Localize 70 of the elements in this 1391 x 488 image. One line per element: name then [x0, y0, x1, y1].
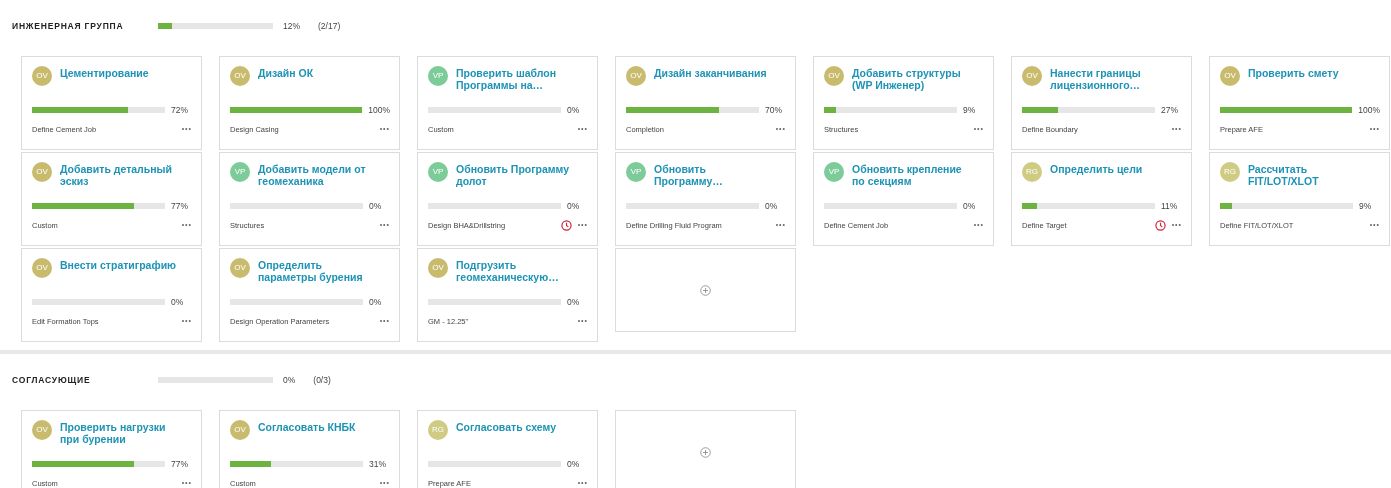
avatar: VP	[626, 162, 646, 182]
task-title[interactable]: Обновить Программу…	[654, 162, 772, 200]
progress-percent: 77%	[171, 200, 188, 213]
progress-percent: 77%	[171, 458, 188, 471]
avatar: OV	[32, 66, 52, 86]
avatar: RG	[1220, 162, 1240, 182]
progress-percent: 0%	[369, 200, 382, 213]
progress-percent: 27%	[1161, 104, 1178, 117]
task-title[interactable]: Цементирование	[60, 66, 149, 104]
progress-percent: 100%	[1358, 104, 1380, 117]
progress-percent: 0%	[567, 200, 580, 213]
progress-percent: 0%	[567, 458, 580, 471]
progress-percent: 0%	[369, 296, 382, 309]
avatar: VP	[428, 66, 448, 86]
task-title[interactable]: Согласовать схему	[456, 420, 556, 458]
progress-percent: 0%	[171, 296, 184, 309]
task-title[interactable]: Подгрузить геомеханическую…	[456, 258, 574, 296]
progress-percent: 31%	[369, 458, 386, 471]
task-title[interactable]: Добавить модели от геомеханика	[258, 162, 376, 200]
task-count: (2/17)	[318, 19, 341, 33]
task-title[interactable]: Нанести границы лицензионного…	[1050, 66, 1168, 104]
avatar: OV	[428, 258, 448, 278]
progress-percent: 0%	[567, 296, 580, 309]
task-title[interactable]: Согласовать КНБК	[258, 420, 356, 458]
progress-percent: 9%	[963, 104, 976, 117]
group-title: СОГЛАСУЮЩИЕ	[12, 373, 92, 387]
task-title[interactable]: Определить параметры бурения	[258, 258, 376, 296]
task-title[interactable]: Дизайн ОК	[258, 66, 314, 104]
task-title[interactable]: Проверить смету	[1248, 66, 1339, 104]
avatar: OV	[32, 162, 52, 182]
avatar: VP	[824, 162, 844, 182]
task-title[interactable]: Проверить шаблон Программы на…	[456, 66, 574, 104]
avatar: RG	[1022, 162, 1042, 182]
task-title[interactable]: Обновить Программу долот	[456, 162, 574, 200]
progress-percent: 0%	[765, 200, 778, 213]
avatar: OV	[32, 258, 52, 278]
task-count: (0/3)	[313, 373, 331, 387]
progress-percent: 12%	[283, 19, 300, 33]
progress-percent: 70%	[765, 104, 782, 117]
task-title[interactable]: Определить цели	[1050, 162, 1143, 200]
task-title[interactable]: Добавить структуры (WP Инженер)	[852, 66, 970, 104]
task-title[interactable]: Добавить детальный эскиз	[60, 162, 178, 200]
progress-percent: 0%	[963, 200, 976, 213]
add-card[interactable]	[615, 248, 796, 332]
task-title[interactable]: Рассчитать FIT/LOT/XLOT	[1248, 162, 1366, 200]
avatar: VP	[428, 162, 448, 182]
avatar: OV	[230, 66, 250, 86]
task-title[interactable]: Обновить крепление по секциям	[852, 162, 970, 200]
progress-percent: 0%	[567, 104, 580, 117]
avatar: OV	[230, 420, 250, 440]
avatar: OV	[626, 66, 646, 86]
task-title[interactable]: Внести стратиграфию	[60, 258, 177, 296]
progress-percent: 72%	[171, 104, 188, 117]
avatar: OV	[824, 66, 844, 86]
progress-percent: 100%	[368, 104, 390, 117]
progress-percent: 0%	[283, 373, 296, 387]
avatar: OV	[230, 258, 250, 278]
task-title[interactable]: Дизайн заканчивания	[654, 66, 767, 104]
avatar: VP	[230, 162, 250, 182]
add-icon[interactable]	[700, 284, 711, 296]
task-title[interactable]: Проверить нагрузки при бурении	[60, 420, 178, 458]
add-card[interactable]	[615, 410, 796, 488]
avatar: OV	[32, 420, 52, 440]
progress-percent: 9%	[1359, 200, 1372, 213]
avatar: OV	[1220, 66, 1240, 86]
avatar: OV	[1022, 66, 1042, 86]
avatar: RG	[428, 420, 448, 440]
progress-percent: 11%	[1161, 200, 1178, 213]
group-title: ИНЖЕНЕРНАЯ ГРУППА	[12, 19, 125, 33]
add-icon[interactable]	[700, 446, 711, 458]
